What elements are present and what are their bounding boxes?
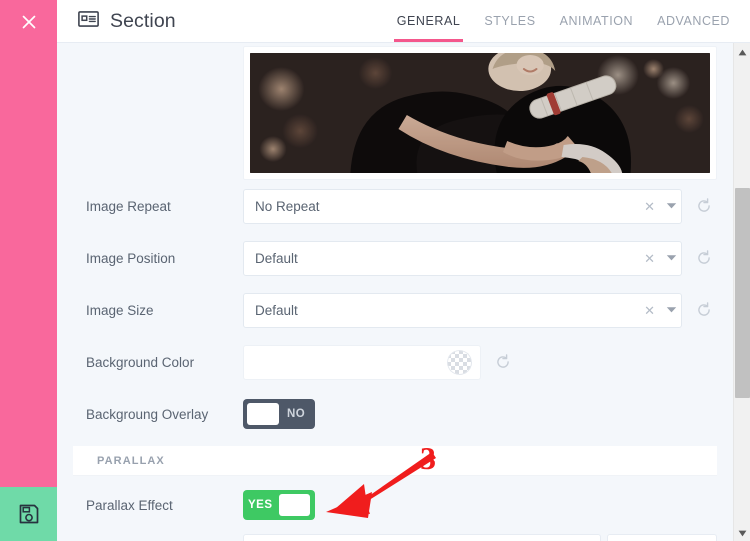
control-parallax-effect: YES [243, 490, 717, 520]
color-swatch-transparent[interactable] [447, 350, 472, 375]
panel-header: Section GENERAL STYLES ANIMATION ADVANCE… [57, 0, 750, 43]
label-image-size: Image Size [57, 303, 243, 318]
vertical-scrollbar[interactable] [733, 43, 750, 541]
control-background-color [243, 345, 717, 380]
row-next-field-partial [57, 534, 733, 541]
row-background-overlay: Backgroung Overlay NO [57, 388, 733, 440]
control-background-overlay: NO [243, 399, 717, 429]
toggle-knob [279, 494, 310, 516]
close-panel-button[interactable] [0, 0, 57, 43]
settings-scroll-area: Image Repeat No Repeat ✕ [57, 43, 733, 541]
close-small-icon[interactable]: ✕ [638, 304, 661, 317]
close-small-icon[interactable]: ✕ [638, 200, 661, 213]
triangle-up-icon [738, 43, 747, 61]
row-parallax-effect: Parallax Effect YES [57, 476, 733, 534]
background-image-preview[interactable] [250, 53, 710, 173]
background-overlay-toggle-label: NO [287, 408, 305, 420]
select-image-size-value: Default [244, 303, 638, 318]
triangle-down-icon [738, 524, 747, 541]
label-image-repeat: Image Repeat [57, 199, 243, 214]
reset-image-repeat-button[interactable] [691, 193, 717, 219]
label-background-color: Background Color [57, 355, 243, 370]
reset-background-color-button[interactable] [490, 349, 516, 375]
parallax-effect-toggle[interactable]: YES [243, 490, 315, 520]
control-image-repeat: No Repeat ✕ [243, 189, 717, 224]
tab-general[interactable]: GENERAL [385, 0, 473, 42]
section-card-icon [78, 11, 99, 32]
row-image-size: Image Size Default ✕ [57, 284, 733, 336]
control-image-position: Default ✕ [243, 241, 717, 276]
reset-circular-arrow-icon [495, 354, 511, 370]
background-image-preview-card [243, 46, 717, 180]
label-parallax-effect: Parallax Effect [57, 498, 243, 513]
left-rail [0, 0, 57, 541]
tab-advanced[interactable]: ADVANCED [645, 0, 742, 42]
label-background-overlay: Backgroung Overlay [57, 407, 243, 422]
scrollbar-thumb[interactable] [735, 188, 750, 398]
tab-animation[interactable]: ANIMATION [548, 0, 645, 42]
background-color-picker[interactable] [243, 345, 481, 380]
settings-panel: Section GENERAL STYLES ANIMATION ADVANCE… [0, 0, 750, 541]
page-title: Section [110, 10, 176, 33]
section-header-parallax-title: PARALLAX [97, 455, 165, 467]
chevron-down-icon[interactable] [661, 202, 681, 210]
select-image-size[interactable]: Default ✕ [243, 293, 682, 328]
tab-styles[interactable]: STYLES [472, 0, 547, 42]
chevron-down-icon[interactable] [661, 306, 681, 314]
reset-image-size-button[interactable] [691, 297, 717, 323]
next-field-secondary-partial[interactable] [607, 534, 717, 541]
close-small-icon[interactable]: ✕ [638, 252, 661, 265]
row-background-color: Background Color [57, 336, 733, 388]
select-image-position[interactable]: Default ✕ [243, 241, 682, 276]
label-image-position: Image Position [57, 251, 243, 266]
header-title-group: Section [78, 10, 176, 33]
select-image-position-value: Default [244, 251, 638, 266]
select-image-repeat[interactable]: No Repeat ✕ [243, 189, 682, 224]
next-field-input-partial[interactable] [243, 534, 601, 541]
row-image-position: Image Position Default ✕ [57, 232, 733, 284]
row-image-repeat: Image Repeat No Repeat ✕ [57, 180, 733, 232]
background-overlay-toggle[interactable]: NO [243, 399, 315, 429]
panel-tabs: GENERAL STYLES ANIMATION ADVANCED [385, 0, 750, 42]
chevron-down-icon[interactable] [661, 254, 681, 262]
reset-circular-arrow-icon [696, 250, 712, 266]
reset-circular-arrow-icon [696, 198, 712, 214]
reset-circular-arrow-icon [696, 302, 712, 318]
section-header-parallax: PARALLAX [73, 446, 717, 476]
reset-image-position-button[interactable] [691, 245, 717, 271]
select-image-repeat-value: No Repeat [244, 199, 638, 214]
scrollbar-down-button[interactable] [734, 524, 750, 541]
save-floppy-icon [17, 502, 41, 526]
save-button[interactable] [0, 487, 57, 541]
close-icon [19, 12, 39, 32]
control-image-size: Default ✕ [243, 293, 717, 328]
scrollbar-up-button[interactable] [734, 43, 750, 60]
toggle-knob [247, 403, 279, 425]
parallax-effect-toggle-label: YES [248, 499, 273, 511]
